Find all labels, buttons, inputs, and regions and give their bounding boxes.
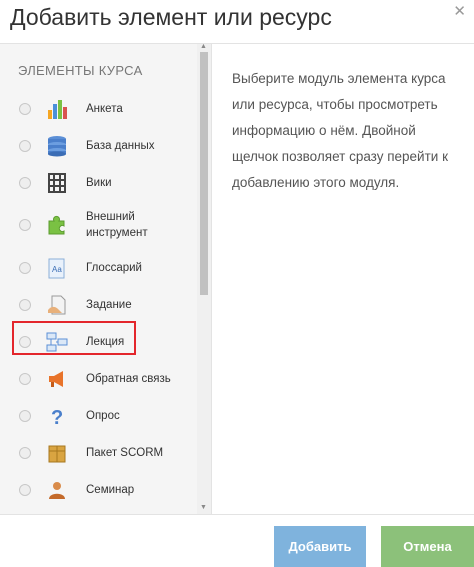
item-label: Семинар xyxy=(86,483,135,496)
radio-button[interactable] xyxy=(19,219,31,231)
workshop-icon xyxy=(49,481,65,499)
add-button[interactable]: Добавить xyxy=(274,526,366,567)
radio-button[interactable] xyxy=(19,261,31,274)
list-item[interactable]: Анкета xyxy=(0,90,197,127)
list-item[interactable]: Обратная связь xyxy=(0,360,197,397)
radio-button[interactable] xyxy=(19,298,31,311)
item-label: Анкета xyxy=(86,102,123,115)
scroll-up-icon[interactable]: ▲ xyxy=(200,44,207,50)
item-label: Пакет SCORM xyxy=(86,446,164,459)
scroll-down-icon[interactable]: ▼ xyxy=(200,504,207,511)
assignment-icon xyxy=(48,295,66,314)
glossary-icon: Aa xyxy=(48,258,65,278)
radio-button[interactable] xyxy=(19,483,31,496)
list-scrollbar[interactable]: ▲ ▼ xyxy=(197,44,211,514)
add-activity-dialog: Добавить элемент или ресурс ✕ ЭЛЕМЕНТЫ К… xyxy=(0,0,474,567)
item-label: Задание xyxy=(86,298,132,311)
close-icon[interactable]: ✕ xyxy=(453,2,466,20)
item-label: Вики xyxy=(86,176,112,189)
list-item[interactable]: Aa Глоссарий xyxy=(0,249,197,286)
chart-icon xyxy=(48,99,67,119)
dialog-body: ЭЛЕМЕНТЫ КУРСА Анкета База данных Вики В… xyxy=(0,44,474,514)
item-label: Глоссарий xyxy=(86,261,142,274)
list-item[interactable]: Пакет SCORM xyxy=(0,434,197,471)
item-label: Обратная связь xyxy=(86,372,171,385)
radio-button[interactable] xyxy=(19,409,31,422)
radio-button[interactable] xyxy=(19,446,31,459)
scrollbar-thumb[interactable] xyxy=(200,52,208,295)
svg-text:Aa: Aa xyxy=(52,265,62,274)
item-label: База данных xyxy=(86,139,155,152)
dialog-footer: Добавить Отмена xyxy=(0,514,474,567)
module-list-panel[interactable]: ЭЛЕМЕНТЫ КУРСА Анкета База данных Вики В… xyxy=(0,44,212,514)
dialog-header: Добавить элемент или ресурс ✕ xyxy=(0,0,474,44)
module-list: Анкета База данных Вики Внешний инструме… xyxy=(0,90,197,514)
radio-button[interactable] xyxy=(19,176,31,189)
radio-button[interactable] xyxy=(19,102,31,115)
radio-button[interactable] xyxy=(19,139,31,152)
database-icon xyxy=(48,135,66,156)
list-item[interactable]: Задание xyxy=(0,286,197,323)
wiki-icon xyxy=(48,172,66,193)
scorm-box-icon xyxy=(48,445,66,462)
module-description: Выберите модуль элемента курса или ресур… xyxy=(232,71,448,190)
question-icon: ? xyxy=(51,407,63,427)
list-item[interactable]: База данных xyxy=(0,127,197,164)
svg-text:?: ? xyxy=(51,407,63,427)
section-title: ЭЛЕМЕНТЫ КУРСА xyxy=(18,63,143,78)
list-item[interactable]: Вики xyxy=(0,164,197,201)
item-label: Опрос xyxy=(86,409,120,422)
selection-highlight xyxy=(12,321,136,355)
list-item[interactable]: Семинар xyxy=(0,471,197,508)
megaphone-icon xyxy=(49,370,63,387)
list-item[interactable]: ? Опрос xyxy=(0,397,197,434)
cancel-button[interactable]: Отмена xyxy=(381,526,474,567)
dialog-title: Добавить элемент или ресурс xyxy=(10,4,332,30)
radio-button[interactable] xyxy=(19,372,31,385)
item-label: Внешний инструмент xyxy=(86,211,148,239)
list-item[interactable]: Внешний инструмент xyxy=(0,201,197,249)
puzzle-icon xyxy=(48,215,65,235)
